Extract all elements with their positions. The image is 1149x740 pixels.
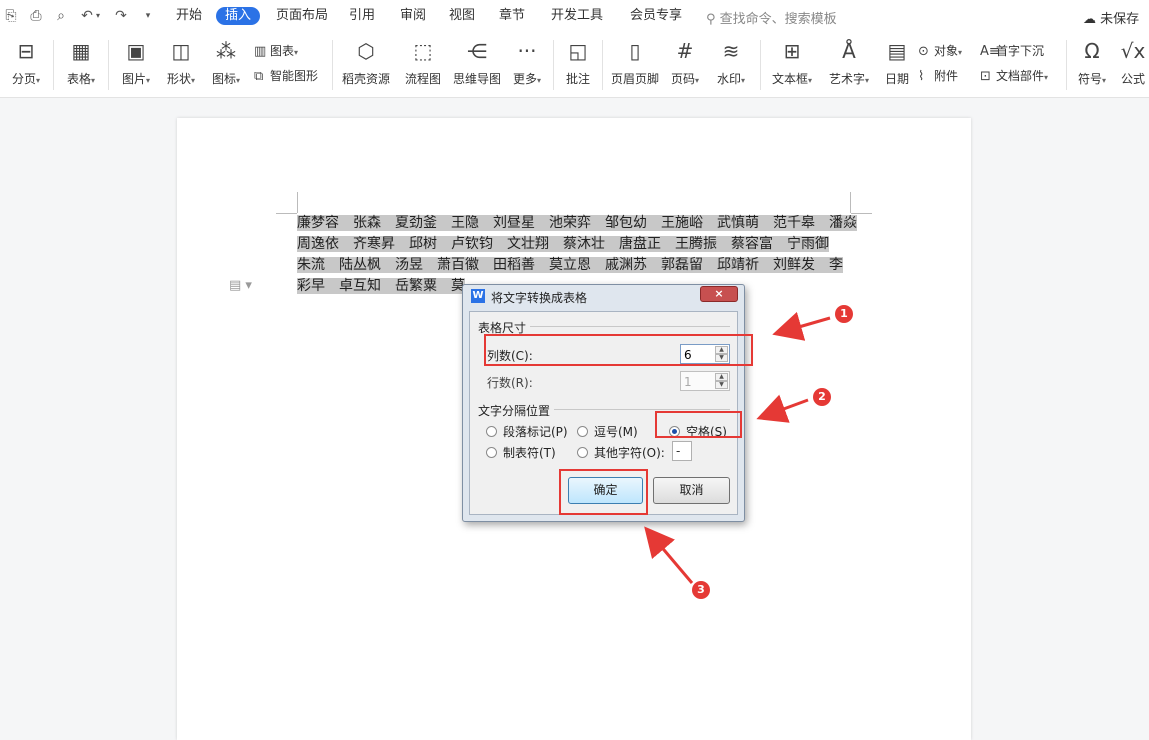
arrow-2 (756, 394, 809, 423)
step-badge-1: 1 (835, 305, 853, 323)
annotation-arrows (644, 311, 831, 584)
arrow-1 (772, 311, 831, 341)
step-badge-2: 2 (813, 388, 831, 406)
arrow-3 (644, 526, 694, 584)
step-badge-3: 3 (692, 581, 710, 599)
